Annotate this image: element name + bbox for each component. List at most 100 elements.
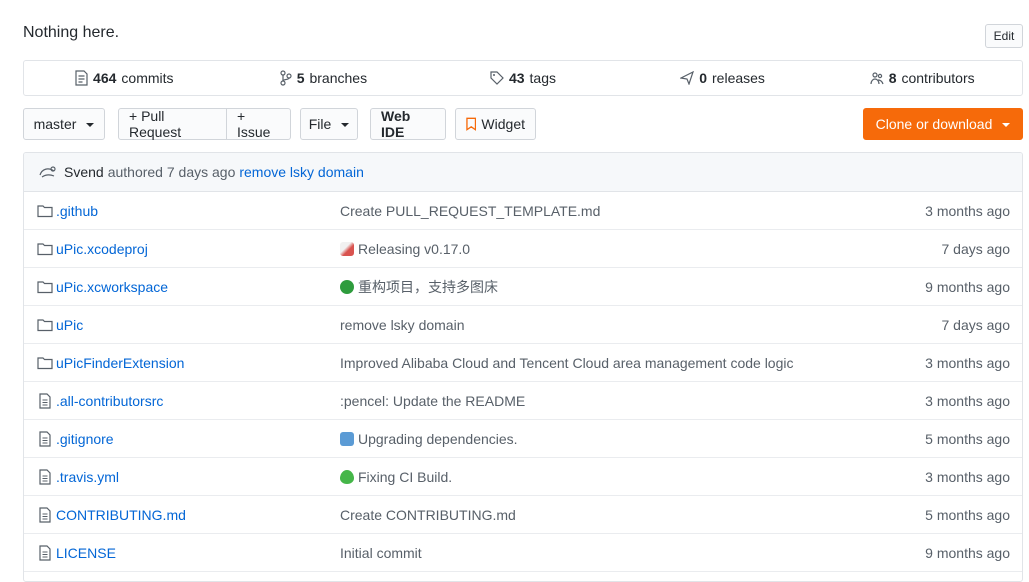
file-commit-message-text: :pencel: Update the README [340,392,526,409]
file-name-link[interactable]: uPic [56,317,83,333]
file-commit-message-text: Upgrading dependencies. [358,430,518,447]
chevron-down-icon [86,123,95,127]
file-name-link[interactable]: .all-contributorsrc [56,393,163,409]
file-row[interactable]: CONTRIBUTING.md Create CONTRIBUTING.md 5 m… [24,496,1022,534]
file-commit-age: 7 days ago [941,240,1011,257]
arrow-up-icon [340,431,354,446]
chevron-down-icon [1002,123,1011,127]
file-name-link[interactable]: .gitignore [56,431,114,447]
people-icon [870,72,884,85]
file-commit-message[interactable]: :pencel: Update the README [340,393,525,409]
commit-author[interactable]: Svend [64,164,104,180]
file-commit-age: 5 months ago [925,506,1010,523]
file-name-link[interactable]: LICENSE [56,545,116,561]
contributors-count: 8 [888,70,897,86]
chevron-down-icon [341,123,350,127]
rocket-icon [340,241,354,256]
green-heart-icon [340,469,354,484]
file-name-link[interactable]: uPicFinderExtension [56,355,184,371]
widget-label: Widget [481,116,525,132]
file-name-link[interactable]: .github [56,203,98,219]
paper-plane-icon [680,71,695,85]
file-commit-message[interactable]: remove lsky domain [340,317,465,333]
new-issue-button[interactable]: + Issue [227,108,291,140]
file-commit-message-text: Create CONTRIBUTING.md [340,506,516,523]
history-icon [75,70,88,86]
file-commit-message-text: Releasing v0.17.0 [358,240,471,257]
branch-select[interactable]: master [23,108,105,140]
file-commit-age: 3 months ago [925,202,1010,219]
latest-commit-bar: Svend authored 7 days ago remove lsky do… [24,153,1022,192]
file-list: .github Create PULL_REQUEST_TEMPLATE.md 3 … [24,192,1022,572]
folder-icon [37,279,53,295]
file-commit-message-text: Fixing CI Build. [358,468,453,485]
releases-link[interactable]: 0 releases [623,70,823,86]
contributors-link[interactable]: 8 contributors [822,70,1022,86]
tag-icon [490,71,504,85]
tags-label: tags [529,70,556,86]
file-name-link[interactable]: .travis.yml [56,469,119,485]
file-commit-message[interactable]: Releasing v0.17.0 [340,241,470,257]
file-name-link[interactable]: CONTRIBUTING.md [56,507,186,523]
file-commit-age: 3 months ago [925,392,1010,409]
file-commit-message[interactable]: Upgrading dependencies. [340,431,518,447]
file-commit-message[interactable]: Improved Alibaba Cloud and Tencent Cloud… [340,355,793,371]
file-commit-message[interactable]: Create PULL_REQUEST_TEMPLATE.md [340,203,600,219]
file-row[interactable]: uPic.xcodeproj Releasing v0.17.0 7 days ag… [24,230,1022,268]
file-commit-age: 9 months ago [925,544,1010,561]
file-commit-message-text: Create PULL_REQUEST_TEMPLATE.md [340,202,601,219]
file-commit-message[interactable]: 重构项目，支持多图床 [340,277,498,297]
file-row[interactable]: .gitignore Upgrading dependencies. 5 month… [24,420,1022,458]
commits-label: commits [121,70,174,86]
edit-description-button[interactable]: Edit [985,24,1023,48]
file-commit-message[interactable]: Initial commit [340,545,422,561]
widget-button[interactable]: Widget [455,108,536,140]
file-menu-button[interactable]: File [300,108,358,140]
file-icon [37,469,53,485]
file-commit-message-text: 重构项目，支持多图床 [358,278,498,295]
branches-label: branches [309,70,368,86]
contributors-label: contributors [901,70,975,86]
repo-toolbar: master + Pull Request + Issue File Web I… [23,108,1023,140]
releases-count: 0 [699,70,708,86]
file-name-link[interactable]: uPic.xcodeproj [56,241,148,257]
pull-request-button[interactable]: + Pull Request [118,108,227,140]
clone-label: Clone or download [875,116,993,132]
file-commit-message-text: remove lsky domain [340,316,465,333]
bookmark-icon [466,117,477,131]
file-commit-message[interactable]: Fixing CI Build. [340,469,452,485]
file-icon [37,393,53,409]
file-icon [37,545,53,561]
file-commit-age: 3 months ago [925,468,1010,485]
file-browser: Svend authored 7 days ago remove lsky do… [23,152,1023,582]
file-row[interactable]: .all-contributorsrc :pencel: Update the R… [24,382,1022,420]
file-commit-message[interactable]: Create CONTRIBUTING.md [340,507,516,523]
branches-link[interactable]: 5 branches [224,70,424,86]
folder-icon [37,241,53,257]
web-ide-button[interactable]: Web IDE [370,108,446,140]
file-commit-age: 3 months ago [925,354,1010,371]
file-name-link[interactable]: uPic.xcworkspace [56,279,168,295]
file-menu-label: File [308,116,332,132]
file-row[interactable]: .travis.yml Fixing CI Build. 3 months ago [24,458,1022,496]
file-row[interactable]: uPicFinderExtension Improved Alibaba Clou… [24,344,1022,382]
commits-link[interactable]: 464 commits [24,70,224,86]
folder-icon [37,317,53,333]
file-row[interactable]: uPic.xcworkspace 重构项目，支持多图床 9 months ago [24,268,1022,306]
clone-download-button[interactable]: Clone or download [863,108,1023,140]
file-row[interactable]: .github Create PULL_REQUEST_TEMPLATE.md 3 … [24,192,1022,230]
file-icon [37,431,53,447]
folder-icon [37,203,53,219]
file-row[interactable]: uPic remove lsky domain 7 days ago [24,306,1022,344]
branches-count: 5 [296,70,305,86]
file-commit-message-text: Improved Alibaba Cloud and Tencent Cloud… [340,354,794,371]
repo-summary-bar: 464 commits 5 branches 43 tags 0 release… [23,60,1023,96]
repo-description: Nothing here. [23,24,120,41]
commits-count: 464 [93,70,117,86]
commit-message-link[interactable]: remove lsky domain [239,164,364,180]
tags-link[interactable]: 43 tags [423,70,623,86]
file-commit-age: 5 months ago [925,430,1010,447]
file-commit-age: 9 months ago [925,278,1010,295]
file-commit-age: 7 days ago [941,316,1011,333]
file-row[interactable]: LICENSE Initial commit 9 months ago [24,534,1022,572]
